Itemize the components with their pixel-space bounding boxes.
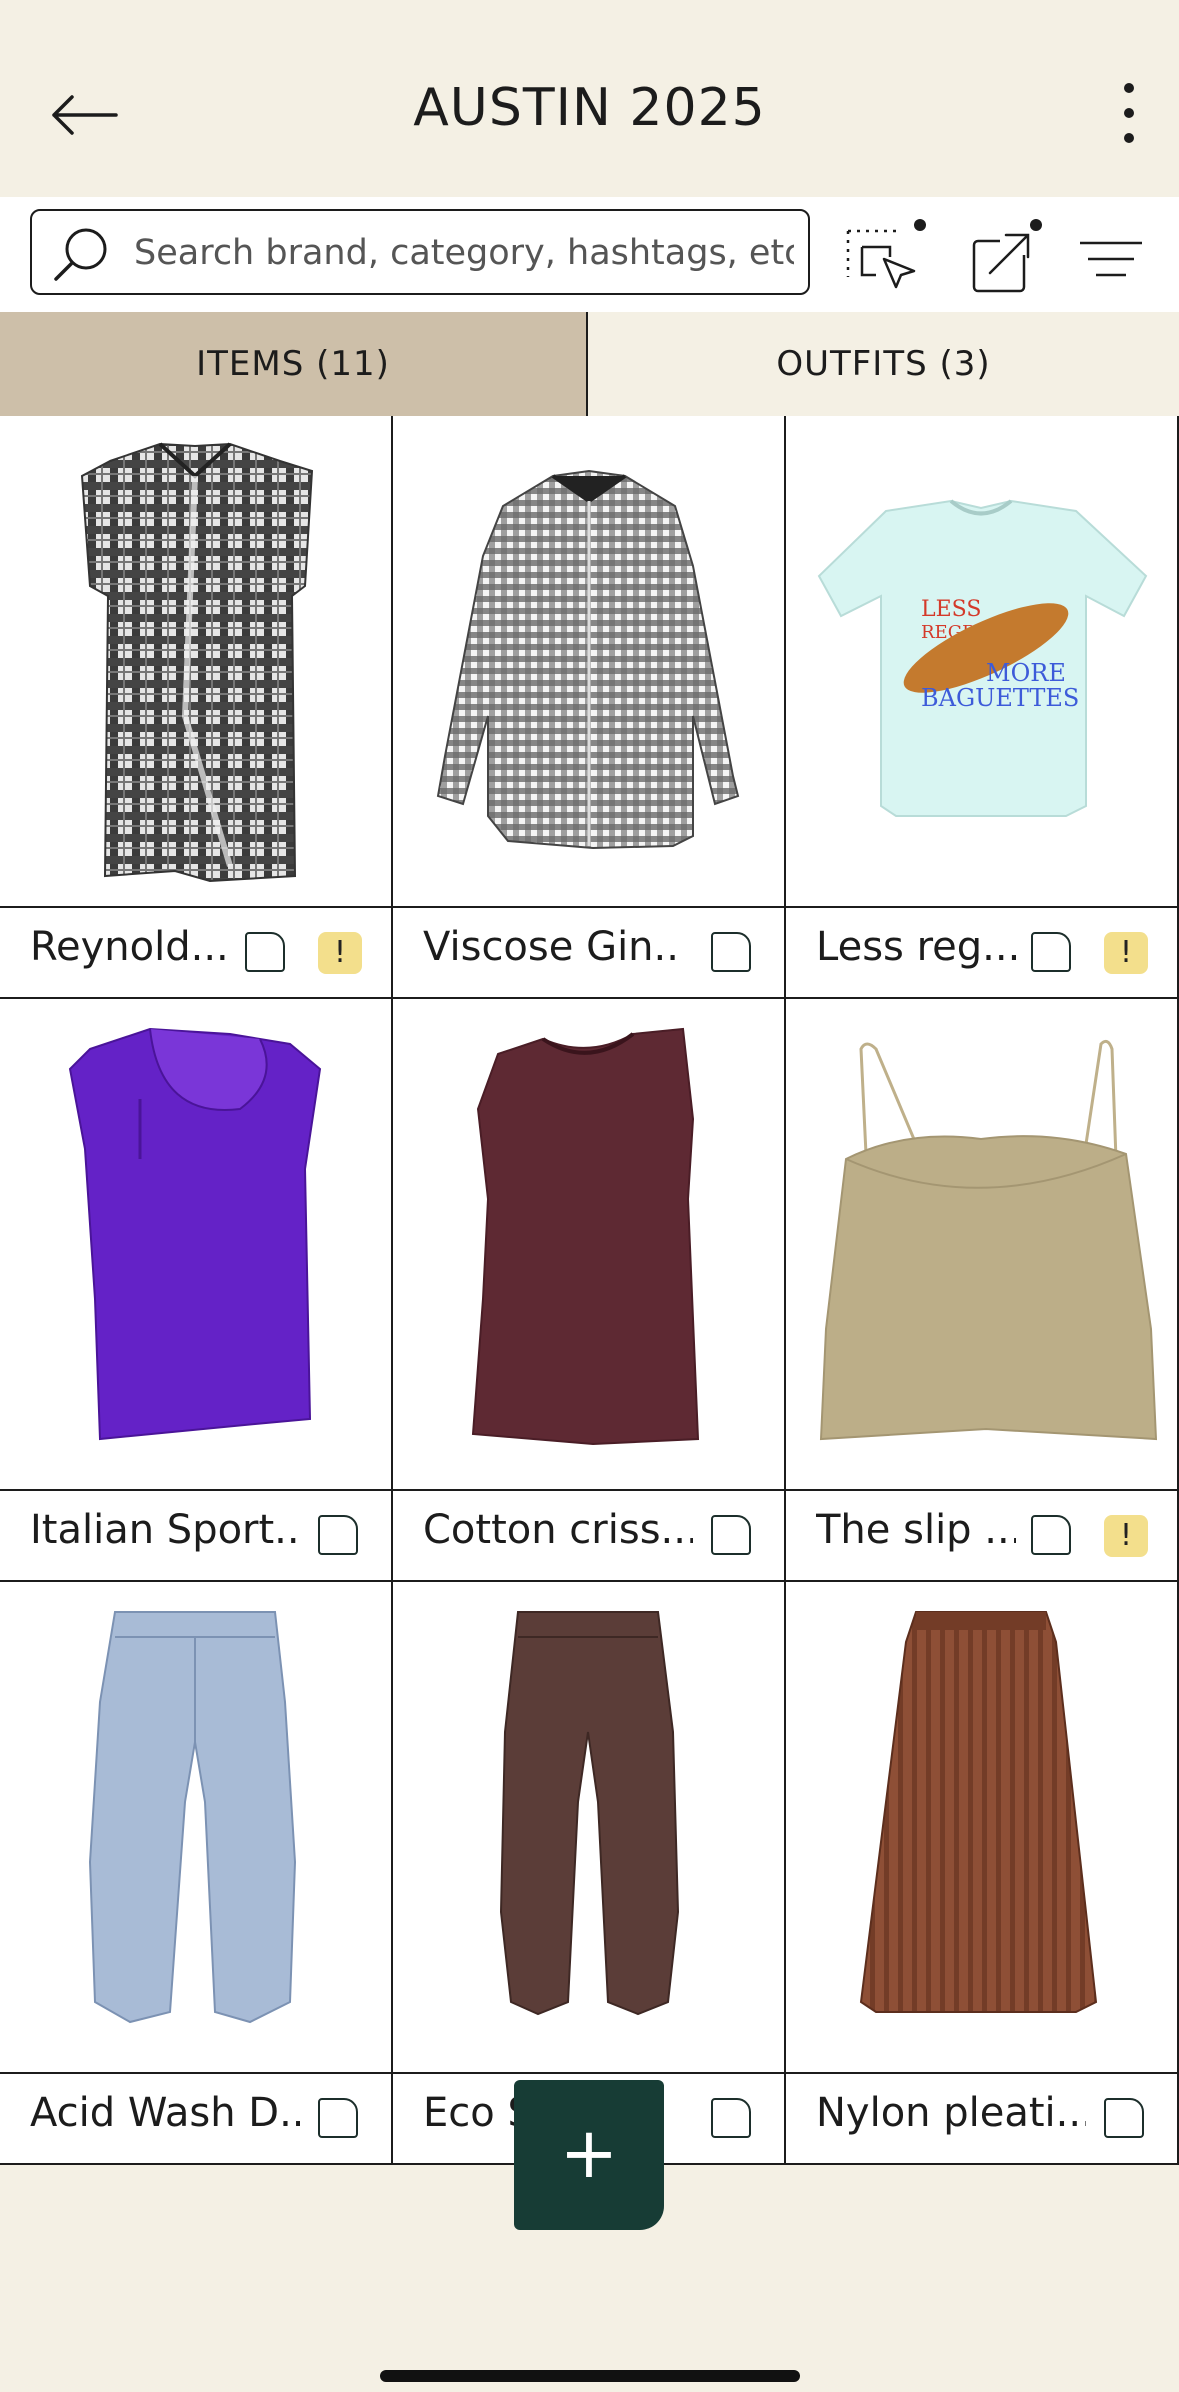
home-indicator (380, 2370, 800, 2382)
item-checkbox[interactable] (245, 932, 285, 972)
item-card[interactable]: Cotton criss... (393, 999, 786, 1582)
item-checkbox[interactable] (1031, 1515, 1071, 1555)
tab-items[interactable]: ITEMS (11) (0, 312, 588, 416)
search-box (30, 209, 810, 295)
item-label: Less reg... (816, 924, 1016, 970)
item-card[interactable]: Eco S (393, 1582, 786, 2165)
item-checkbox[interactable] (318, 1515, 358, 1555)
item-card[interactable]: Acid Wash D... (0, 1582, 393, 2165)
item-card[interactable]: Viscose Gin... (393, 416, 786, 999)
item-card[interactable]: Reynold... ! (0, 416, 393, 999)
item-card[interactable]: Italian Sport... (0, 999, 393, 1582)
item-photo-burgundy-tank[interactable] (393, 999, 784, 1491)
item-label: The slip ... (816, 1507, 1016, 1553)
item-photo-baguette-tee[interactable]: LESS REGRETS MORE BAGUETTES (786, 416, 1177, 908)
add-item-button[interactable]: + (514, 2080, 664, 2230)
tab-outfits[interactable]: OUTFITS (3) (588, 312, 1179, 416)
item-photo-purple-top[interactable] (0, 999, 391, 1491)
warning-badge: ! (318, 932, 362, 974)
tshirt-print-line: MORE (986, 659, 1066, 687)
app-header: AUSTIN 2025 (0, 0, 1179, 199)
item-photo-brown-trousers[interactable] (393, 1582, 784, 2074)
select-button[interactable] (840, 207, 930, 302)
filter-button[interactable] (1070, 207, 1160, 302)
item-card[interactable]: Nylon pleati... (786, 1582, 1179, 2165)
item-checkbox[interactable] (318, 2098, 358, 2138)
item-photo-pleated-skirt[interactable] (786, 1582, 1177, 2074)
item-photo-slip-cami[interactable] (786, 999, 1177, 1491)
item-checkbox[interactable] (711, 1515, 751, 1555)
export-button[interactable] (960, 207, 1050, 302)
item-card[interactable]: The slip ... ! (786, 999, 1179, 1582)
item-checkbox[interactable] (1104, 2098, 1144, 2138)
item-label: Acid Wash D... (30, 2090, 300, 2136)
item-label: Nylon pleati... (816, 2090, 1086, 2136)
item-checkbox[interactable] (1031, 932, 1071, 972)
item-photo-acid-wash-jeans[interactable] (0, 1582, 391, 2074)
search-input[interactable] (132, 225, 796, 281)
kebab-menu-icon (1124, 83, 1134, 143)
select-cursor-icon (846, 219, 926, 289)
filter-icon (1080, 241, 1142, 277)
tshirt-print-line: BAGUETTES (921, 684, 1079, 712)
export-icon (972, 219, 1042, 293)
item-label: Cotton criss... (423, 1507, 693, 1553)
item-label: Reynold... (30, 924, 229, 970)
item-checkbox[interactable] (711, 2098, 751, 2138)
item-photo-gingham-shirt[interactable] (393, 416, 784, 908)
item-photo-plaid-shirt[interactable] (0, 416, 391, 908)
search-icon (50, 225, 110, 285)
more-options-button[interactable] (1100, 78, 1160, 148)
tab-bar: ITEMS (11) OUTFITS (3) (0, 312, 1179, 418)
warning-badge: ! (1104, 1515, 1148, 1557)
search-toolbar (0, 197, 1179, 314)
tshirt-print-line: LESS (921, 597, 981, 622)
item-card[interactable]: LESS REGRETS MORE BAGUETTES Less reg... … (786, 416, 1179, 999)
item-label: Viscose Gin... (423, 924, 683, 970)
item-checkbox[interactable] (711, 932, 751, 972)
warning-badge: ! (1104, 932, 1148, 974)
item-label: Italian Sport... (30, 1507, 300, 1553)
page-title: AUSTIN 2025 (413, 78, 766, 138)
